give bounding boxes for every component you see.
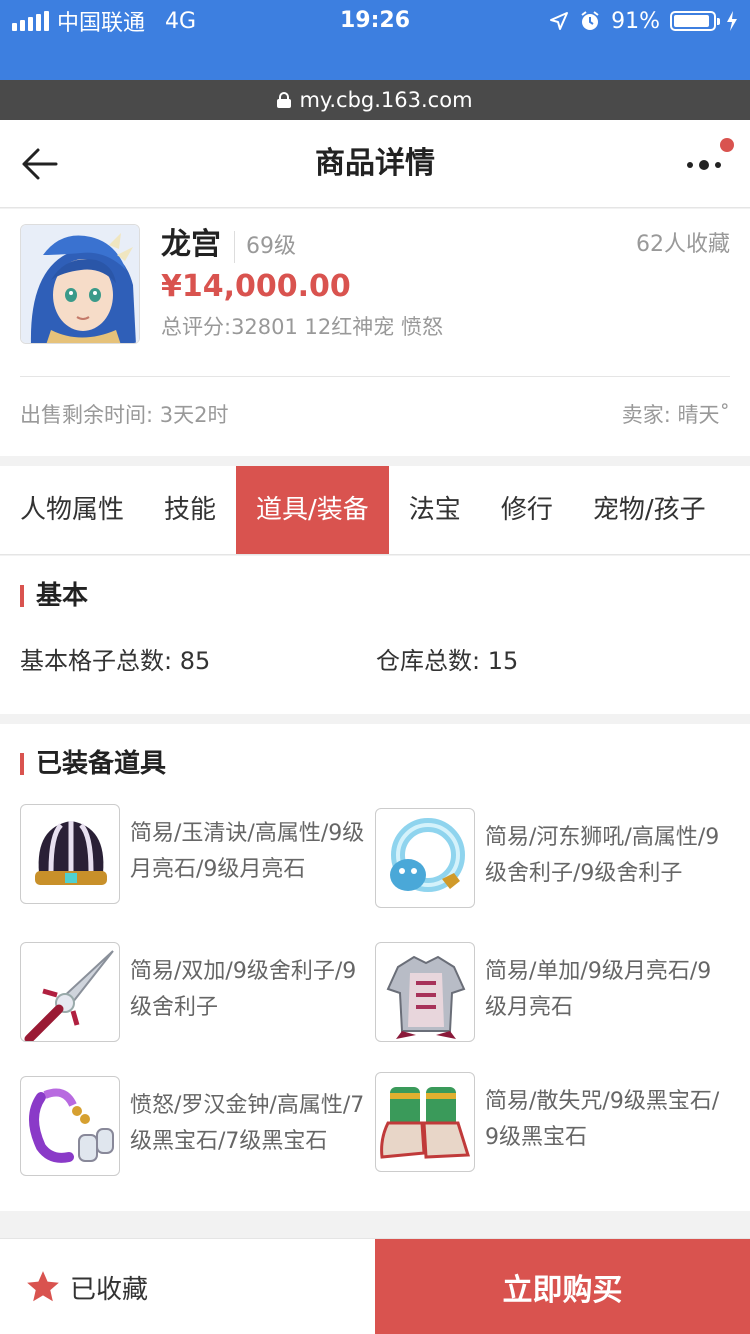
grid-count-value: 85 — [179, 647, 211, 675]
buy-now-button[interactable]: 立即购买 — [375, 1239, 750, 1334]
price: ¥14,000.00 — [161, 269, 351, 304]
basic-section: 基本 基本格子总数: 85 仓库总数: 15 — [0, 556, 750, 714]
location-icon — [550, 12, 569, 30]
battery-icon — [670, 11, 720, 31]
equipment-description: 简易/玉清诀/高属性/9级月亮石/9级月亮石 — [130, 821, 365, 882]
grid-count: 基本格子总数: 85 — [20, 644, 210, 678]
warehouse-count-value: 15 — [487, 647, 519, 675]
section-title-equipped: 已装备道具 — [20, 748, 166, 780]
favorite-count: 62人收藏 — [636, 232, 730, 257]
equipment-description: 简易/单加/9级月亮石/9级月亮石 — [485, 959, 712, 1020]
helmet-icon — [20, 804, 120, 904]
tab-cultivation[interactable]: 修行 — [481, 466, 573, 554]
necklace-icon — [375, 808, 475, 908]
page-title: 商品详情 — [315, 146, 435, 181]
tab-bar: 人物属性 技能 道具/装备 法宝 修行 宠物/孩子 — [0, 466, 750, 555]
nav-bar: 商品详情 — [0, 120, 750, 208]
tab-pets-children[interactable]: 宠物/孩子 — [573, 466, 726, 554]
status-bar: 中国联通 4G 19:26 91% — [0, 0, 750, 80]
tab-character-attributes[interactable]: 人物属性 — [0, 466, 144, 554]
equipment-description: 简易/散失咒/9级黑宝石/9级黑宝石 — [485, 1089, 720, 1150]
alarm-icon — [581, 11, 599, 30]
url-bar[interactable]: my.cbg.163.com — [0, 80, 750, 120]
tab-skills[interactable]: 技能 — [144, 466, 236, 554]
url-text: my.cbg.163.com — [299, 88, 473, 112]
star-icon — [27, 1271, 59, 1302]
divider — [20, 376, 730, 377]
warehouse-count: 仓库总数: 15 — [376, 644, 518, 678]
character-level: 69级 — [246, 234, 296, 259]
warehouse-count-label: 仓库总数: — [376, 647, 481, 675]
lock-icon — [277, 92, 292, 108]
seller-name[interactable]: 卖家: 晴天˚ — [622, 399, 730, 431]
belt-icon — [20, 1076, 120, 1176]
bottom-action-bar: 已收藏 立即购买 — [0, 1238, 750, 1334]
character-avatar — [20, 224, 140, 344]
name-divider — [234, 231, 235, 263]
more-icon[interactable] — [684, 150, 728, 180]
tab-items-equipment[interactable]: 道具/装备 — [236, 466, 389, 554]
equipment-description: 愤怒/罗汉金钟/高属性/7级黑宝石/7级黑宝石 — [130, 1093, 365, 1154]
character-name: 龙宫 — [161, 227, 221, 262]
favorite-label: 已收藏 — [70, 1274, 149, 1305]
equipment-description: 简易/双加/9级舍利子/9级舍利子 — [130, 959, 357, 1020]
grid-count-label: 基本格子总数: — [20, 647, 173, 675]
favorite-button[interactable]: 已收藏 — [24, 1239, 148, 1334]
remaining-time: 出售剩余时间: 3天2时 — [20, 403, 229, 427]
boots-icon — [375, 1072, 475, 1172]
tab-magic-treasures[interactable]: 法宝 — [389, 466, 481, 554]
charging-icon — [727, 11, 737, 31]
battery-percent: 91% — [611, 8, 660, 34]
armor-icon — [375, 942, 475, 1042]
equipment-section: 已装备道具 简易/玉清诀/高属性/9级月亮石/9级月亮石 简易/河东狮吼/高属性… — [0, 724, 750, 1211]
sword-icon — [20, 942, 120, 1042]
status-bar-right: 91% — [549, 6, 738, 36]
score-info: 总评分:32801 12红神宠 愤怒 — [161, 315, 443, 339]
product-header: 龙宫 69级 62人收藏 ¥14,000.00 总评分:32801 12红神宠 … — [0, 209, 750, 456]
section-title-basic: 基本 — [20, 580, 88, 612]
equipment-description: 简易/河东狮吼/高属性/9级舍利子/9级舍利子 — [485, 825, 720, 886]
notification-dot — [720, 138, 734, 152]
